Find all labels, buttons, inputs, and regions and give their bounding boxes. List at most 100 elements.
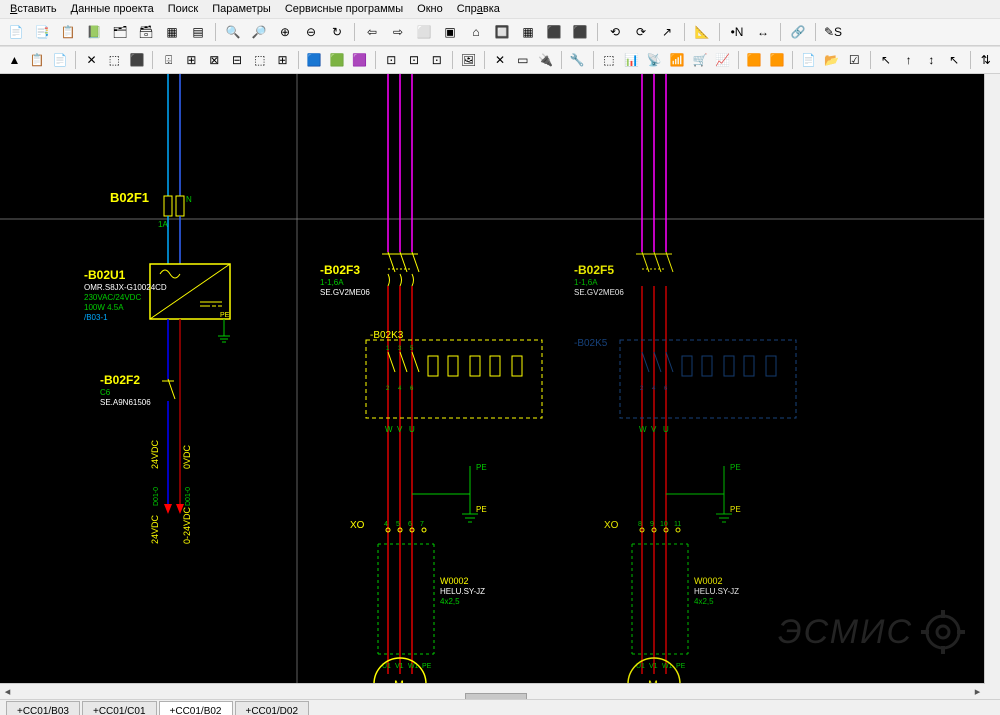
- toolbar-button[interactable]: 🔗: [786, 20, 810, 44]
- svg-text:V: V: [397, 425, 403, 434]
- toolbar-button[interactable]: 🟩: [327, 48, 348, 72]
- toolbar-button[interactable]: 📶: [667, 48, 688, 72]
- toolbar-button[interactable]: 🔲: [490, 20, 514, 44]
- toolbar-button[interactable]: ⊡: [426, 48, 447, 72]
- toolbar-button[interactable]: 📋: [56, 20, 80, 44]
- toolbar-button[interactable]: 📄: [4, 20, 28, 44]
- menu-project-data[interactable]: Данные проекта: [65, 2, 160, 16]
- toolbar-button[interactable]: 🟧: [744, 48, 765, 72]
- toolbar-button[interactable]: ⊟: [227, 48, 248, 72]
- menu-parameters[interactable]: Параметры: [206, 2, 277, 16]
- vertical-scrollbar[interactable]: [984, 74, 1000, 684]
- toolbar-button[interactable]: ▤: [186, 20, 210, 44]
- toolbar-button[interactable]: ↖: [944, 48, 965, 72]
- toolbar-button[interactable]: ▲: [4, 48, 25, 72]
- toolbar-button[interactable]: 🔍: [221, 20, 245, 44]
- label-b02u1: -B02U1: [84, 268, 126, 282]
- tab-b02[interactable]: +CC01/B02: [159, 701, 233, 715]
- svg-text:4x2,5: 4x2,5: [694, 597, 714, 606]
- toolbar-button[interactable]: ↗: [655, 20, 679, 44]
- svg-text:8: 8: [638, 521, 642, 528]
- svg-text:1: 1: [386, 346, 390, 352]
- toolbar-button[interactable]: •N: [725, 20, 749, 44]
- toolbar-button[interactable]: 🔎: [247, 20, 271, 44]
- label-b02f5: -B02F5: [574, 263, 614, 277]
- toolbar-button[interactable]: ⊞: [181, 48, 202, 72]
- toolbar-button[interactable]: ⬛: [127, 48, 148, 72]
- toolbar-button[interactable]: 📐: [690, 20, 714, 44]
- toolbar-button[interactable]: ✕: [81, 48, 102, 72]
- toolbar-button[interactable]: ↻: [325, 20, 349, 44]
- toolbar-button[interactable]: ⊡: [404, 48, 425, 72]
- toolbar-button[interactable]: ⬚: [249, 48, 270, 72]
- toolbar-button[interactable]: ↖: [875, 48, 896, 72]
- drawing-canvas[interactable]: B02F1 1A N PE -B02U1 OMR.S8JX-G10024CD 2…: [0, 74, 985, 684]
- svg-text:6: 6: [664, 386, 668, 392]
- toolbar-button[interactable]: ▣: [438, 20, 462, 44]
- toolbar-button[interactable]: ↔: [751, 20, 775, 44]
- toolbar-button[interactable]: ⇦: [360, 20, 384, 44]
- toolbar-button[interactable]: 🟧: [767, 48, 788, 72]
- toolbar-button[interactable]: ⌹: [158, 48, 179, 72]
- toolbar-button[interactable]: 🔧: [567, 48, 588, 72]
- toolbar-button[interactable]: 📋: [27, 48, 48, 72]
- toolbar-button[interactable]: ⬚: [104, 48, 125, 72]
- toolbar-button[interactable]: ⟳: [629, 20, 653, 44]
- toolbar-button[interactable]: ⇨: [386, 20, 410, 44]
- toolbar-button[interactable]: ☑: [844, 48, 865, 72]
- toolbar-button[interactable]: ⊞: [272, 48, 293, 72]
- toolbar-button[interactable]: ▦: [160, 20, 184, 44]
- toolbar-button[interactable]: 📄: [50, 48, 71, 72]
- toolbar-button[interactable]: ⊕: [273, 20, 297, 44]
- svg-text:1-1,6A: 1-1,6A: [320, 278, 344, 287]
- tab-c01[interactable]: +CC01/C01: [82, 701, 157, 715]
- toolbar-button[interactable]: ⌂: [464, 20, 488, 44]
- toolbar-button[interactable]: ▦: [516, 20, 540, 44]
- toolbar-button[interactable]: 🖼: [458, 48, 479, 72]
- horizontal-scrollbar[interactable]: ◂ ▸: [0, 683, 985, 699]
- svg-text:1-1,6A: 1-1,6A: [574, 278, 598, 287]
- toolbar-button[interactable]: 📄: [798, 48, 819, 72]
- toolbar-row-1: 📄📑📋📗🗂🗃▦▤🔍🔎⊕⊖↻⇦⇨⬜▣⌂🔲▦⬛⬛⟲⟳↗📐•N↔🔗✎S: [0, 18, 1000, 46]
- toolbar-button[interactable]: ✎S: [821, 20, 845, 44]
- toolbar-button[interactable]: 📊: [621, 48, 642, 72]
- menu-insert[interactable]: Вставить: [4, 2, 63, 16]
- menu-help[interactable]: Справка: [451, 2, 506, 16]
- toolbar-button[interactable]: 🛒: [690, 48, 711, 72]
- toolbar-button[interactable]: ✕: [490, 48, 511, 72]
- toolbar-button[interactable]: 📗: [82, 20, 106, 44]
- menu-service[interactable]: Сервисные программы: [279, 2, 409, 16]
- toolbar-button[interactable]: ⊡: [381, 48, 402, 72]
- toolbar-button[interactable]: ⟲: [603, 20, 627, 44]
- menu-window[interactable]: Окно: [411, 2, 449, 16]
- tab-d02[interactable]: +CC01/D02: [235, 701, 310, 715]
- svg-text:5: 5: [410, 346, 414, 352]
- toolbar-button[interactable]: 📂: [821, 48, 842, 72]
- toolbar-button[interactable]: 📡: [644, 48, 665, 72]
- toolbar-button[interactable]: 🔌: [535, 48, 556, 72]
- toolbar-button[interactable]: ⇅: [975, 48, 996, 72]
- tab-b03[interactable]: +CC01/B03: [6, 701, 80, 715]
- svg-text:HELU.SY-JZ: HELU.SY-JZ: [694, 587, 739, 596]
- toolbar-button[interactable]: ⬛: [542, 20, 566, 44]
- toolbar-button[interactable]: 🟦: [304, 48, 325, 72]
- menu-search[interactable]: Поиск: [162, 2, 204, 16]
- toolbar-button[interactable]: ▭: [512, 48, 533, 72]
- toolbar-button[interactable]: ⊠: [204, 48, 225, 72]
- toolbar-button[interactable]: 🟪: [349, 48, 370, 72]
- toolbar-button[interactable]: ⊖: [299, 20, 323, 44]
- svg-text:D01-0: D01-0: [185, 487, 192, 506]
- toolbar-button[interactable]: 📑: [30, 20, 54, 44]
- toolbar-button[interactable]: 📈: [712, 48, 733, 72]
- toolbar-button[interactable]: 🗂: [108, 20, 132, 44]
- toolbar-button[interactable]: ↕: [921, 48, 942, 72]
- svg-text:U: U: [663, 425, 669, 434]
- toolbar-button[interactable]: ⬛: [568, 20, 592, 44]
- svg-text:SE.A9N61506: SE.A9N61506: [100, 398, 151, 407]
- toolbar-button[interactable]: ⬜: [412, 20, 436, 44]
- toolbar-button[interactable]: 🗃: [134, 20, 158, 44]
- toolbar-button[interactable]: ↑: [898, 48, 919, 72]
- svg-text:10: 10: [660, 521, 668, 528]
- toolbar-button[interactable]: ⬚: [598, 48, 619, 72]
- watermark: ЭСМИС: [778, 610, 965, 654]
